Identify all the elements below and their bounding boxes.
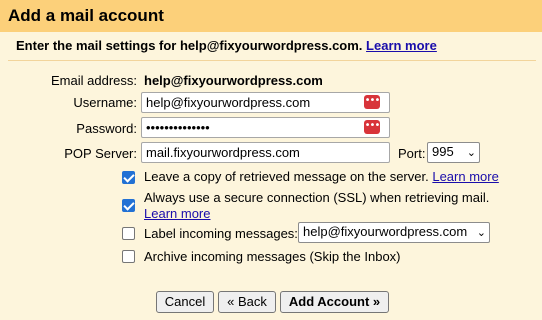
archive-label: Archive incoming messages (Skip the Inbo…	[144, 249, 401, 264]
label-incoming-label: Label incoming messages:	[144, 226, 298, 241]
port-value: 995	[432, 144, 454, 159]
password-manager-icon[interactable]: •••	[364, 120, 380, 134]
username-input[interactable]	[141, 92, 390, 113]
chevron-down-icon: ⌄	[466, 146, 476, 159]
dialog-title-bar: Add a mail account	[0, 0, 542, 32]
intro-learn-more-link[interactable]: Learn more	[366, 38, 437, 53]
ssl-learn-more-link[interactable]: Learn more	[144, 206, 210, 221]
archive-checkbox[interactable]	[122, 250, 135, 263]
port-label: Port:	[398, 146, 426, 161]
add-account-button[interactable]: Add Account »	[280, 291, 389, 313]
leave-copy-option: Leave a copy of retrieved message on the…	[144, 169, 499, 184]
cancel-button[interactable]: Cancel	[156, 291, 214, 313]
chevron-down-icon: ⌄	[476, 226, 486, 239]
pop-server-input[interactable]	[141, 142, 390, 163]
intro-text: Enter the mail settings for help@fixyour…	[16, 38, 437, 53]
ssl-checkbox[interactable]	[122, 199, 135, 212]
label-incoming-checkbox[interactable]	[122, 227, 135, 240]
pop-server-label: POP Server:	[64, 146, 137, 161]
label-select-value: help@fixyourwordpress.com	[303, 224, 468, 239]
back-button[interactable]: « Back	[218, 291, 276, 313]
email-label: Email address:	[51, 73, 137, 88]
email-value: help@fixyourwordpress.com	[144, 73, 323, 88]
password-manager-icon[interactable]: •••	[364, 95, 380, 109]
dialog-title: Add a mail account	[8, 6, 164, 25]
leave-copy-label: Leave a copy of retrieved message on the…	[144, 169, 429, 184]
port-select[interactable]: 995 ⌄	[427, 142, 480, 163]
intro-message: Enter the mail settings for help@fixyour…	[16, 38, 363, 53]
leave-copy-learn-more-link[interactable]: Learn more	[432, 169, 498, 184]
password-input[interactable]	[141, 117, 390, 138]
leave-copy-checkbox[interactable]	[122, 171, 135, 184]
username-label: Username:	[73, 95, 137, 110]
password-label: Password:	[76, 121, 137, 136]
ssl-label: Always use a secure connection (SSL) whe…	[144, 190, 490, 205]
divider	[8, 60, 536, 61]
mail-settings-panel: Enter the mail settings for help@fixyour…	[0, 32, 542, 320]
label-select[interactable]: help@fixyourwordpress.com ⌄	[298, 222, 490, 243]
